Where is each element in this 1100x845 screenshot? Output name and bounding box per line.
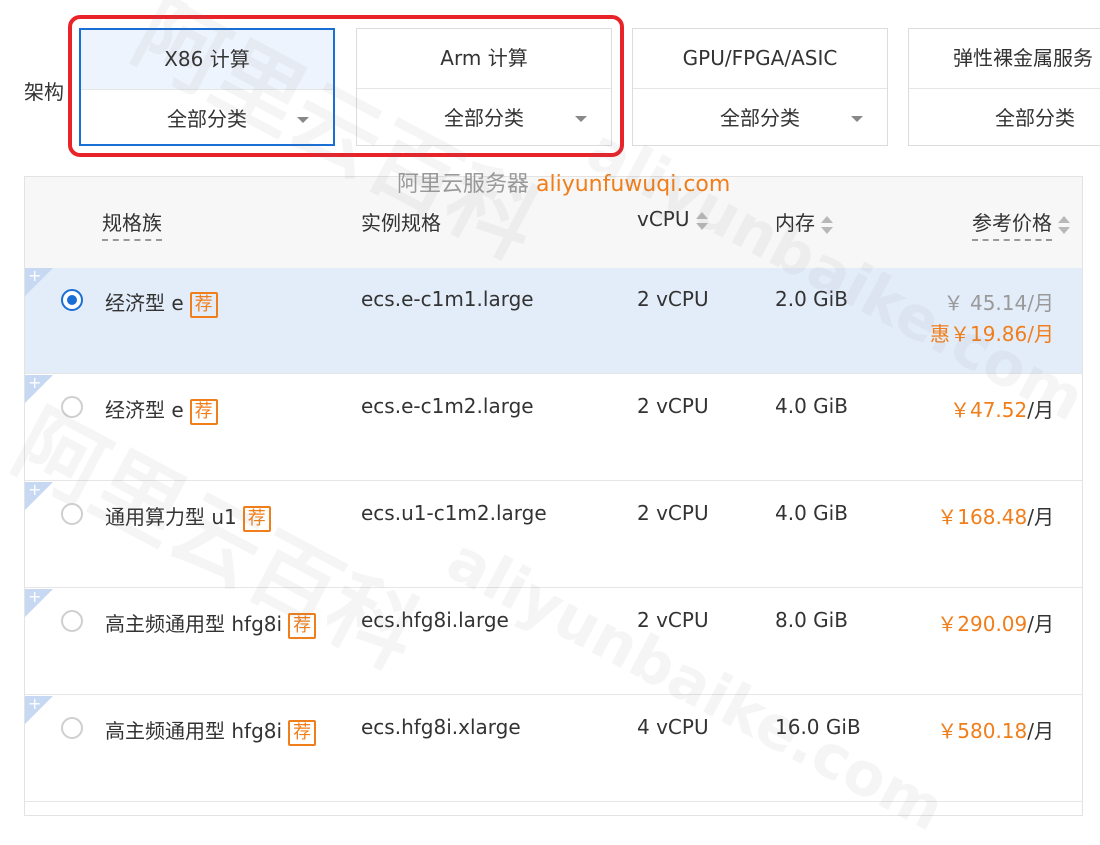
memory-cell: 2.0 GiB: [775, 287, 848, 311]
promo-price: 惠￥19.86/月: [930, 322, 1054, 346]
memory-cell: 16.0 GiB: [775, 715, 861, 739]
header-spec: 实例规格: [361, 211, 441, 235]
plus-icon: +: [28, 694, 42, 713]
caret-down-icon: [851, 116, 863, 122]
category-select-value: 全部分类: [720, 106, 800, 130]
table-row[interactable]: + 经济型 e荐 ecs.e-c1m1.large 2 vCPU 2.0 GiB…: [25, 268, 1082, 374]
family-cell: 高主频通用型 hfg8i 荐: [105, 608, 317, 639]
watermark-caption: 阿里云服务器 aliyunfuwuqi.com: [397, 172, 731, 197]
caret-down-icon: [575, 116, 587, 122]
recommend-badge: 荐: [288, 612, 317, 639]
row-radio[interactable]: [61, 289, 83, 311]
price-cell: ￥ 45.14/月: [943, 291, 1054, 315]
vcpu-cell: 2 vCPU: [637, 287, 709, 311]
table-row[interactable]: + 经济型 e荐 ecs.e-c1m2.large 2 vCPU 4.0 GiB…: [25, 375, 1082, 481]
category-select-value: 全部分类: [995, 106, 1075, 130]
arch-tab-title: Arm 计算: [357, 29, 611, 89]
sort-icon[interactable]: [695, 210, 708, 232]
table-row[interactable]: + 高主频通用型 hfg8i 荐 ecs.hfg8i.xlarge 4 vCPU …: [25, 696, 1082, 802]
plus-icon: +: [28, 266, 42, 285]
header-family: 规格族: [102, 207, 162, 241]
price-cell: ￥168.48/月: [937, 505, 1054, 529]
row-radio[interactable]: [61, 717, 83, 739]
family-cell: 通用算力型 u1 荐: [105, 501, 271, 532]
price-cell: ￥47.52/月: [949, 398, 1054, 422]
category-select[interactable]: 全部分类: [909, 89, 1100, 147]
plus-icon: +: [28, 480, 42, 499]
table-row[interactable]: + 通用算力型 u1 荐 ecs.u1-c1m2.large 2 vCPU 4.0…: [25, 482, 1082, 588]
family-cell: 高主频通用型 hfg8i 荐: [105, 715, 317, 746]
category-select[interactable]: 全部分类: [357, 89, 611, 147]
vcpu-cell: 2 vCPU: [637, 608, 709, 632]
header-price[interactable]: 参考价格: [972, 207, 1070, 241]
category-select[interactable]: 全部分类: [81, 90, 333, 148]
vcpu-cell: 4 vCPU: [637, 715, 709, 739]
arch-tab-arm[interactable]: Arm 计算 全部分类: [356, 28, 612, 146]
instance-spec-table: 规格族 实例规格 vCPU 内存 参考价格 + 经济型 e荐 ecs.e-c1m…: [24, 176, 1083, 816]
header-vcpu[interactable]: vCPU: [637, 207, 708, 232]
spec-cell: ecs.hfg8i.large: [361, 608, 509, 632]
arch-tab-bare-metal[interactable]: 弹性裸金属服务 全部分类: [908, 28, 1100, 146]
arch-tab-title: 弹性裸金属服务: [909, 29, 1100, 89]
vcpu-cell: 2 vCPU: [637, 394, 709, 418]
price-cell: ￥580.18/月: [937, 719, 1054, 743]
family-cell: 经济型 e荐: [105, 394, 218, 425]
recommend-badge: 荐: [189, 398, 218, 425]
memory-cell: 8.0 GiB: [775, 608, 848, 632]
architecture-label: 架构: [24, 80, 64, 104]
caret-down-icon: [297, 117, 309, 123]
row-radio[interactable]: [61, 396, 83, 418]
arch-tab-gpu[interactable]: GPU/FPGA/ASIC 全部分类: [632, 28, 888, 146]
header-memory[interactable]: 内存: [775, 207, 833, 236]
sort-icon[interactable]: [821, 214, 833, 236]
row-radio[interactable]: [61, 610, 83, 632]
spec-cell: ecs.e-c1m2.large: [361, 394, 534, 418]
category-select[interactable]: 全部分类: [633, 89, 887, 147]
family-cell: 经济型 e荐: [105, 287, 218, 318]
recommend-badge: 荐: [242, 505, 271, 532]
memory-cell: 4.0 GiB: [775, 394, 848, 418]
plus-icon: +: [28, 587, 42, 606]
memory-cell: 4.0 GiB: [775, 501, 848, 525]
sort-icon[interactable]: [1058, 214, 1070, 236]
row-radio[interactable]: [61, 503, 83, 525]
spec-cell: ecs.u1-c1m2.large: [361, 501, 547, 525]
spec-cell: ecs.e-c1m1.large: [361, 287, 534, 311]
arch-tab-title: GPU/FPGA/ASIC: [633, 29, 887, 89]
vcpu-cell: 2 vCPU: [637, 501, 709, 525]
plus-icon: +: [28, 373, 42, 392]
price-cell: ￥290.09/月: [937, 612, 1054, 636]
arch-tab-x86[interactable]: X86 计算 全部分类: [79, 28, 335, 146]
category-select-value: 全部分类: [444, 106, 524, 130]
category-select-value: 全部分类: [167, 107, 247, 131]
recommend-badge: 荐: [288, 719, 317, 746]
arch-tab-title: X86 计算: [81, 30, 333, 90]
table-row[interactable]: + 高主频通用型 hfg8i 荐 ecs.hfg8i.large 2 vCPU 8…: [25, 589, 1082, 695]
recommend-badge: 荐: [189, 291, 218, 318]
spec-cell: ecs.hfg8i.xlarge: [361, 715, 521, 739]
